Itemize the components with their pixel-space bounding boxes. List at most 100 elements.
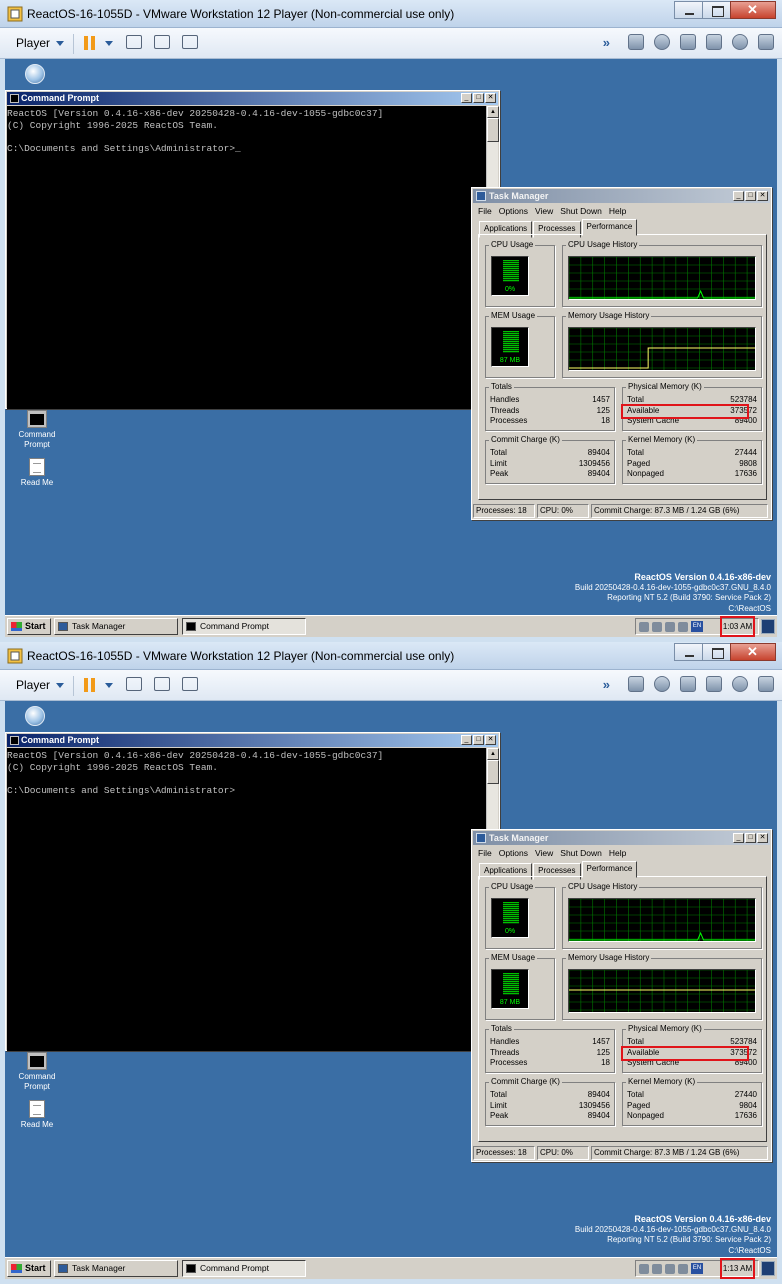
hard-disk-icon[interactable]	[628, 34, 644, 50]
minimize-button[interactable]	[674, 1, 703, 19]
menu-file[interactable]: File	[478, 848, 492, 858]
fullscreen-icon[interactable]	[154, 35, 170, 49]
clock[interactable]: 1:13 AM	[720, 1258, 755, 1279]
pause-icon[interactable]	[84, 36, 97, 50]
safely-remove-icon[interactable]	[665, 621, 675, 632]
start-button[interactable]: Start	[7, 618, 51, 635]
tm-title-bar[interactable]: Task Manager _ □ ✕	[473, 189, 770, 203]
menu-view[interactable]: View	[535, 848, 553, 858]
message-log-icon[interactable]	[758, 676, 774, 692]
maximize-button[interactable]	[702, 643, 731, 661]
cd-drive-icon[interactable]	[654, 676, 670, 692]
cmd-maximize-button[interactable]: □	[473, 735, 484, 745]
sound-card-icon[interactable]	[732, 34, 748, 50]
printer-icon[interactable]	[678, 1263, 688, 1274]
desktop-icon-read-me[interactable]: Read Me	[9, 458, 65, 488]
cmd-minimize-button[interactable]: _	[461, 735, 472, 745]
desktop-icon-read-me[interactable]: Read Me	[9, 1100, 65, 1130]
unity-icon[interactable]	[182, 35, 198, 49]
taskbar-command-prompt[interactable]: Command Prompt	[182, 1260, 306, 1277]
menu-options[interactable]: Options	[499, 848, 528, 858]
task-manager-window[interactable]: Task Manager _ □ ✕ File Options View Shut Dow…	[471, 829, 772, 1162]
start-button[interactable]: Start	[7, 1260, 51, 1277]
task-manager-window[interactable]: Task Manager _ □ ✕ File Options View Shut Dow…	[471, 187, 772, 520]
cmd-minimize-button[interactable]: _	[461, 93, 472, 103]
menu-shutdown[interactable]: Shut Down	[560, 848, 602, 858]
clock[interactable]: 1:03 AM	[720, 616, 755, 637]
desktop-icon-command-prompt[interactable]: Command Prompt	[9, 1052, 65, 1092]
command-prompt-window[interactable]: Command Prompt _ □ ✕ ReactOS [Version 0.4.…	[5, 90, 500, 409]
tm-close-button[interactable]: ✕	[757, 191, 768, 201]
network-icon[interactable]	[25, 706, 45, 726]
volume-icon[interactable]	[639, 621, 649, 632]
maximize-button[interactable]	[702, 1, 731, 19]
language-indicator[interactable]: EN	[691, 621, 703, 632]
tm-maximize-button[interactable]: □	[745, 191, 756, 201]
menu-help[interactable]: Help	[609, 206, 626, 216]
cmd-console[interactable]: ReactOS [Version 0.4.16-x86-dev 20250428…	[7, 106, 487, 409]
usb-device-icon[interactable]	[706, 34, 722, 50]
menu-shutdown[interactable]: Shut Down	[560, 206, 602, 216]
tm-title-bar[interactable]: Task Manager _ □ ✕	[473, 831, 770, 845]
unity-icon[interactable]	[182, 677, 198, 691]
tab-performance[interactable]: Performance	[581, 219, 638, 236]
command-prompt-window[interactable]: Command Prompt _ □ ✕ ReactOS [Version 0.4.…	[5, 732, 500, 1051]
scroll-thumb[interactable]	[487, 760, 499, 784]
player-menu[interactable]: Player	[16, 678, 65, 692]
safely-remove-icon[interactable]	[665, 1263, 675, 1274]
cmd-console[interactable]: ReactOS [Version 0.4.16-x86-dev 20250428…	[7, 748, 487, 1051]
cmd-title-bar[interactable]: Command Prompt _ □ ✕	[7, 92, 498, 105]
send-ctrl-alt-del-icon[interactable]	[126, 35, 142, 49]
send-ctrl-alt-del-icon[interactable]	[126, 677, 142, 691]
scroll-up-icon[interactable]: ▲	[487, 748, 499, 760]
scroll-thumb[interactable]	[487, 118, 499, 142]
tm-maximize-button[interactable]: □	[745, 833, 756, 843]
message-log-icon[interactable]	[758, 34, 774, 50]
sound-card-icon[interactable]	[732, 676, 748, 692]
player-menu[interactable]: Player	[16, 36, 65, 50]
cd-drive-icon[interactable]	[654, 34, 670, 50]
minimize-button[interactable]	[674, 643, 703, 661]
desktop-icon-command-prompt[interactable]: Command Prompt	[9, 410, 65, 450]
show-desktop-icon[interactable]	[761, 619, 775, 634]
language-indicator[interactable]: EN	[691, 1263, 703, 1274]
tm-minimize-button[interactable]: _	[733, 833, 744, 843]
double-chevron-icon[interactable]: »	[603, 35, 610, 50]
taskbar-task-manager[interactable]: Task Manager	[54, 618, 178, 635]
cmd-maximize-button[interactable]: □	[473, 93, 484, 103]
desktop-icon-label: Command Prompt	[18, 430, 56, 449]
printer-icon[interactable]	[678, 621, 688, 632]
taskbar-command-prompt[interactable]: Command Prompt	[182, 618, 306, 635]
close-button[interactable]	[730, 1, 776, 19]
show-desktop-icon[interactable]	[761, 1261, 775, 1276]
taskbar-task-manager[interactable]: Task Manager	[54, 1260, 178, 1277]
volume-icon[interactable]	[639, 1263, 649, 1274]
cmd-close-button[interactable]: ✕	[485, 93, 496, 103]
tab-performance[interactable]: Performance	[581, 861, 638, 878]
network-tray-icon[interactable]	[652, 1263, 662, 1274]
network-adapter-icon[interactable]	[680, 34, 696, 50]
network-adapter-icon[interactable]	[680, 676, 696, 692]
menu-help[interactable]: Help	[609, 848, 626, 858]
cmd-title-bar[interactable]: Command Prompt _ □ ✕	[7, 734, 498, 747]
brand-line: C:\ReactOS	[728, 1245, 771, 1255]
scroll-up-icon[interactable]: ▲	[487, 106, 499, 118]
menu-file[interactable]: File	[478, 206, 492, 216]
chevron-down-icon[interactable]	[105, 683, 113, 688]
menu-options[interactable]: Options	[499, 206, 528, 216]
cmd-close-button[interactable]: ✕	[485, 735, 496, 745]
close-button[interactable]	[730, 643, 776, 661]
chevron-down-icon[interactable]	[105, 41, 113, 46]
fullscreen-icon[interactable]	[154, 677, 170, 691]
usb-device-icon[interactable]	[706, 676, 722, 692]
tm-close-button[interactable]: ✕	[757, 833, 768, 843]
double-chevron-icon[interactable]: »	[603, 677, 610, 692]
commit-charge-label: Commit Charge (K)	[489, 435, 562, 445]
tm-minimize-button[interactable]: _	[733, 191, 744, 201]
network-icon[interactable]	[25, 64, 45, 84]
desktop-icon-label: Read Me	[20, 1120, 54, 1129]
menu-view[interactable]: View	[535, 206, 553, 216]
pause-icon[interactable]	[84, 678, 97, 692]
hard-disk-icon[interactable]	[628, 676, 644, 692]
network-tray-icon[interactable]	[652, 621, 662, 632]
